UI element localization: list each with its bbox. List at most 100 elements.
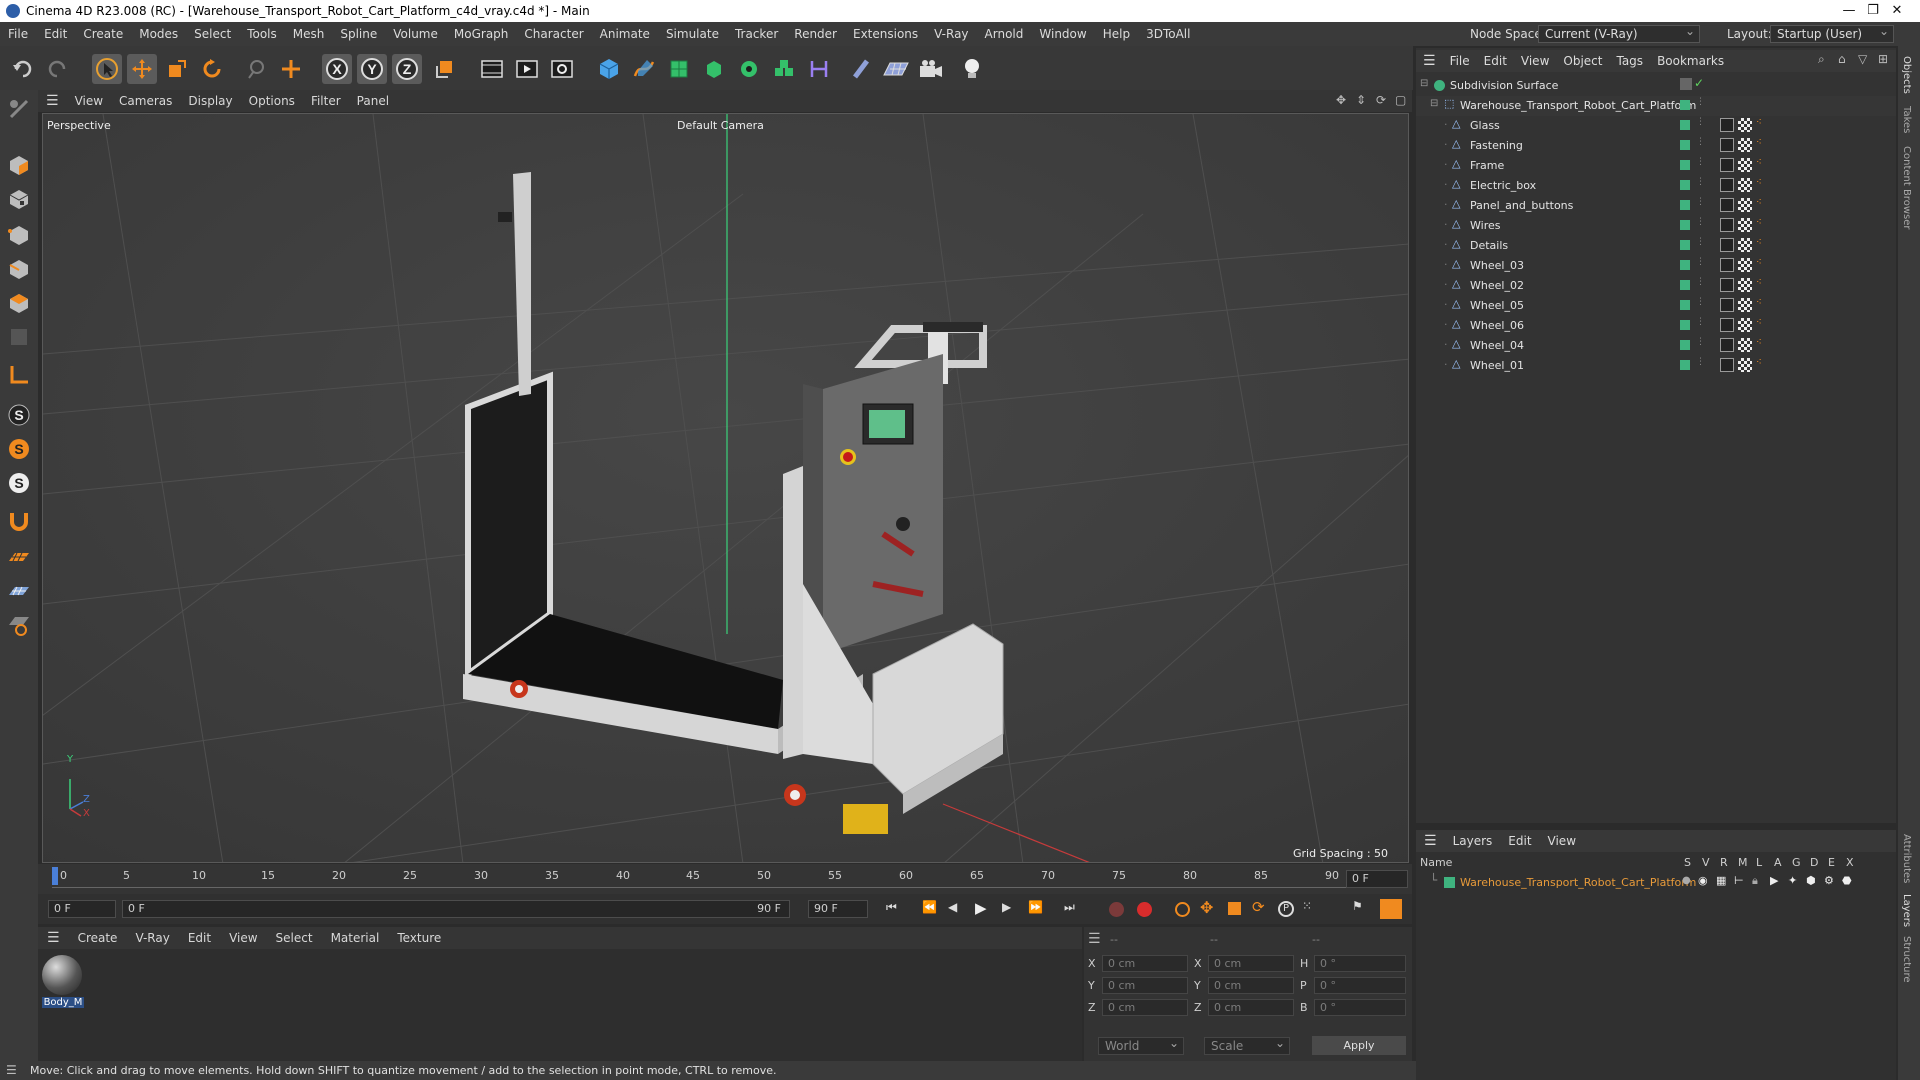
object-row[interactable]: · △ Fastening ⋮ ⁖ — [1416, 136, 1896, 156]
apply-button[interactable]: Apply — [1312, 1036, 1406, 1055]
enabled-check-icon[interactable]: ✓ — [1694, 76, 1704, 90]
layer-color-tag[interactable] — [1680, 340, 1690, 350]
edit-check-icon[interactable] — [1680, 78, 1692, 90]
magnet-icon[interactable] — [4, 506, 34, 536]
menu-simulate[interactable]: Simulate — [658, 27, 727, 41]
object-row[interactable]: ⊟ ⬚ Warehouse_Transport_Robot_Cart_Platf… — [1416, 96, 1896, 116]
menu-arnold[interactable]: Arnold — [977, 27, 1032, 41]
layer-render-icon[interactable]: ▦ — [1716, 874, 1726, 887]
vray-tag-icon[interactable] — [1720, 298, 1734, 312]
selection-tag-icon[interactable]: ⁖ — [1756, 177, 1762, 188]
menu-3dtoall[interactable]: 3DToAll — [1138, 27, 1198, 41]
close-button[interactable]: ✕ — [1874, 0, 1920, 22]
model-mode-icon[interactable] — [4, 150, 34, 180]
vray-tag-icon[interactable] — [1720, 178, 1734, 192]
render-region-icon[interactable] — [477, 54, 507, 84]
viewport-menu-view[interactable]: View — [67, 94, 111, 108]
layer-color-tag[interactable] — [1680, 360, 1690, 370]
scale-tool-icon[interactable] — [162, 54, 192, 84]
layers-menu-view[interactable]: View — [1540, 834, 1584, 848]
edges-mode-icon[interactable] — [4, 254, 34, 284]
pen-spline-icon[interactable] — [629, 54, 659, 84]
menu-modes[interactable]: Modes — [131, 27, 186, 41]
material-menu-vray[interactable]: V-Ray — [126, 931, 178, 945]
object-menu-bookmarks[interactable]: Bookmarks — [1650, 54, 1731, 68]
material-tag-icon[interactable] — [1738, 118, 1752, 132]
menu-window[interactable]: Window — [1031, 27, 1094, 41]
visibility-dots-icon[interactable]: ⋮ — [1696, 217, 1705, 227]
material-menu-view[interactable]: View — [220, 931, 266, 945]
uv-mode-icon[interactable] — [4, 322, 34, 352]
vray-tag-icon[interactable] — [1720, 338, 1734, 352]
object-menu-view[interactable]: View — [1514, 54, 1556, 68]
end-frame-field[interactable]: 90 F — [808, 900, 868, 918]
status-menu-icon[interactable]: ☰ — [6, 1061, 17, 1080]
rotation-h-field[interactable]: 0 ° — [1314, 955, 1406, 972]
tab-attributes[interactable]: Attributes — [1901, 834, 1912, 883]
light-icon[interactable] — [957, 54, 987, 84]
layer-color-tag[interactable] — [1680, 200, 1690, 210]
viewport-maximize-icon[interactable]: ▢ — [1395, 93, 1406, 107]
next-key-icon[interactable]: ⏩ — [1028, 900, 1043, 914]
size-x-field[interactable]: 0 cm — [1208, 955, 1294, 972]
visibility-dots-icon[interactable]: ⋮ — [1696, 277, 1705, 287]
position-z-field[interactable]: 0 cm — [1102, 999, 1188, 1016]
layers-hamburger-icon[interactable]: ☰ — [1416, 833, 1445, 849]
coordinate-system-icon[interactable] — [430, 54, 460, 84]
locked-workplane-icon[interactable] — [4, 610, 34, 640]
key-position-icon[interactable]: ✥ — [1200, 898, 1213, 917]
camera-label[interactable]: Default Camera — [677, 119, 764, 132]
object-menu-object[interactable]: Object — [1556, 54, 1609, 68]
menu-spline[interactable]: Spline — [332, 27, 385, 41]
material-menu-material[interactable]: Material — [322, 931, 389, 945]
layer-animation-icon[interactable]: ▶ — [1770, 874, 1778, 887]
snap-icon[interactable]: S — [4, 400, 34, 430]
make-editable-icon[interactable] — [4, 94, 34, 124]
coord-space-select[interactable]: World — [1098, 1035, 1184, 1055]
vray-tag-icon[interactable] — [1720, 258, 1734, 272]
move-tool-icon[interactable] — [127, 54, 157, 84]
object-row[interactable]: ⊟ Subdivision Surface ✓ — [1416, 76, 1896, 96]
recent-tools-icon[interactable] — [276, 54, 306, 84]
selection-tag-icon[interactable]: ⁖ — [1756, 337, 1762, 348]
select-arrow-icon[interactable] — [92, 54, 122, 84]
key-pla-icon[interactable]: ⁙ — [1302, 899, 1312, 913]
next-frame-icon[interactable]: ▶ — [1002, 900, 1011, 914]
menu-mograph[interactable]: MoGraph — [446, 27, 517, 41]
material-hamburger-icon[interactable]: ☰ — [38, 930, 69, 946]
key-rotation-icon[interactable]: ⟳ — [1252, 898, 1265, 916]
selection-tag-icon[interactable]: ⁖ — [1756, 237, 1762, 248]
material-tag-icon[interactable] — [1738, 158, 1752, 172]
visibility-dots-icon[interactable]: ⋮ — [1696, 177, 1705, 187]
selection-tag-icon[interactable]: ⁖ — [1756, 277, 1762, 288]
object-menu-file[interactable]: File — [1443, 54, 1477, 68]
prev-frame-icon[interactable]: ◀ — [948, 900, 957, 914]
menu-tools[interactable]: Tools — [239, 27, 285, 41]
live-selection-icon[interactable] — [240, 54, 270, 84]
size-y-field[interactable]: 0 cm — [1208, 977, 1294, 994]
layer-visible-icon[interactable]: ◉ — [1698, 874, 1708, 887]
vray-tag-icon[interactable] — [1720, 318, 1734, 332]
selection-tag-icon[interactable]: ⁖ — [1756, 357, 1762, 368]
layer-color-tag[interactable] — [1680, 320, 1690, 330]
object-row[interactable]: · △ Panel_and_buttons ⋮ ⁖ — [1416, 196, 1896, 216]
vray-tag-icon[interactable] — [1720, 138, 1734, 152]
object-row[interactable]: · △ Wheel_06 ⋮ ⁖ — [1416, 316, 1896, 336]
vray-tag-icon[interactable] — [1720, 158, 1734, 172]
object-row[interactable]: · △ Electric_box ⋮ ⁖ — [1416, 176, 1896, 196]
workplane-snap-icon[interactable]: S — [4, 468, 34, 498]
layer-color-tag[interactable] — [1680, 160, 1690, 170]
layer-color-tag[interactable] — [1680, 260, 1690, 270]
vray-tag-icon[interactable] — [1720, 278, 1734, 292]
layers-menu-edit[interactable]: Edit — [1500, 834, 1539, 848]
environment-icon[interactable] — [846, 54, 876, 84]
layer-name[interactable]: Warehouse_Transport_Robot_Cart_Platform — [1460, 876, 1696, 889]
object-newpanel-icon[interactable]: ⊞ — [1878, 52, 1888, 66]
node-space-select[interactable]: Current (V-Ray) — [1538, 23, 1700, 43]
rotate-tool-icon[interactable] — [197, 54, 227, 84]
material-tag-icon[interactable] — [1738, 178, 1752, 192]
deformer-icon[interactable] — [804, 54, 834, 84]
object-row[interactable]: · △ Wires ⋮ ⁖ — [1416, 216, 1896, 236]
object-row[interactable]: · △ Details ⋮ ⁖ — [1416, 236, 1896, 256]
cloner-icon[interactable] — [734, 54, 764, 84]
